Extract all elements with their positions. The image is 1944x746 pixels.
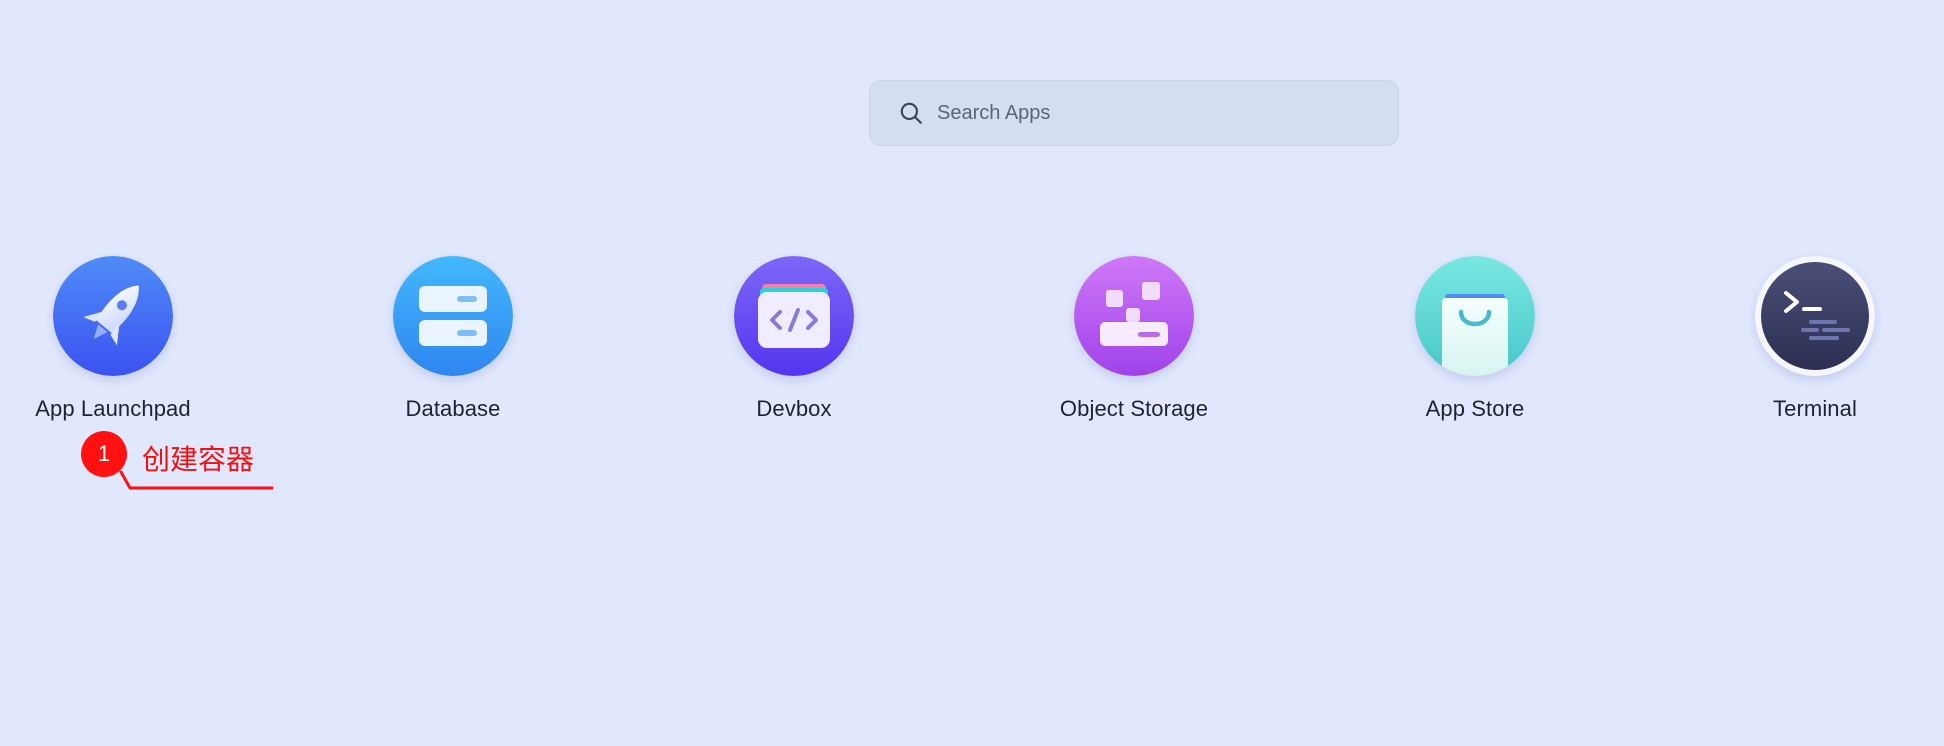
app-app-store-icon-wrap [1415,256,1535,376]
app-launchpad[interactable]: App Launchpad [3,256,223,426]
annotation-step-badge: 1 [81,431,127,477]
annotation-label: 创建容器 [142,443,255,476]
search-bar[interactable] [869,80,1399,146]
terminal-icon [1755,256,1875,376]
app-label: App Launchpad [35,396,191,421]
app-object-storage[interactable]: Object Storage [1024,256,1244,426]
object-storage-icon [1074,256,1194,376]
rocket-icon [53,256,173,376]
app-database-icon-wrap [393,256,513,376]
app-app-store[interactable]: App Store [1365,256,1585,426]
app-label: App Store [1425,396,1525,421]
app-terminal-icon-wrap [1755,256,1875,376]
desktop: App Launchpad Database [0,0,1944,746]
app-devbox[interactable]: Devbox [684,256,904,426]
app-label: Devbox [756,396,832,421]
app-object-storage-icon-wrap [1074,256,1194,376]
app-label: Terminal [1773,396,1857,421]
search-icon [900,102,922,124]
app-launchpad-icon-wrap [53,256,173,376]
shopping-bag-icon [1415,256,1535,376]
database-icon [393,256,513,376]
app-label: Object Storage [1059,396,1209,421]
search-input[interactable] [937,101,1377,125]
app-terminal[interactable]: Terminal [1705,256,1925,426]
app-label: Database [405,396,501,421]
devbox-code-icon [734,256,854,376]
app-devbox-icon-wrap [734,256,854,376]
app-database[interactable]: Database [343,256,563,426]
